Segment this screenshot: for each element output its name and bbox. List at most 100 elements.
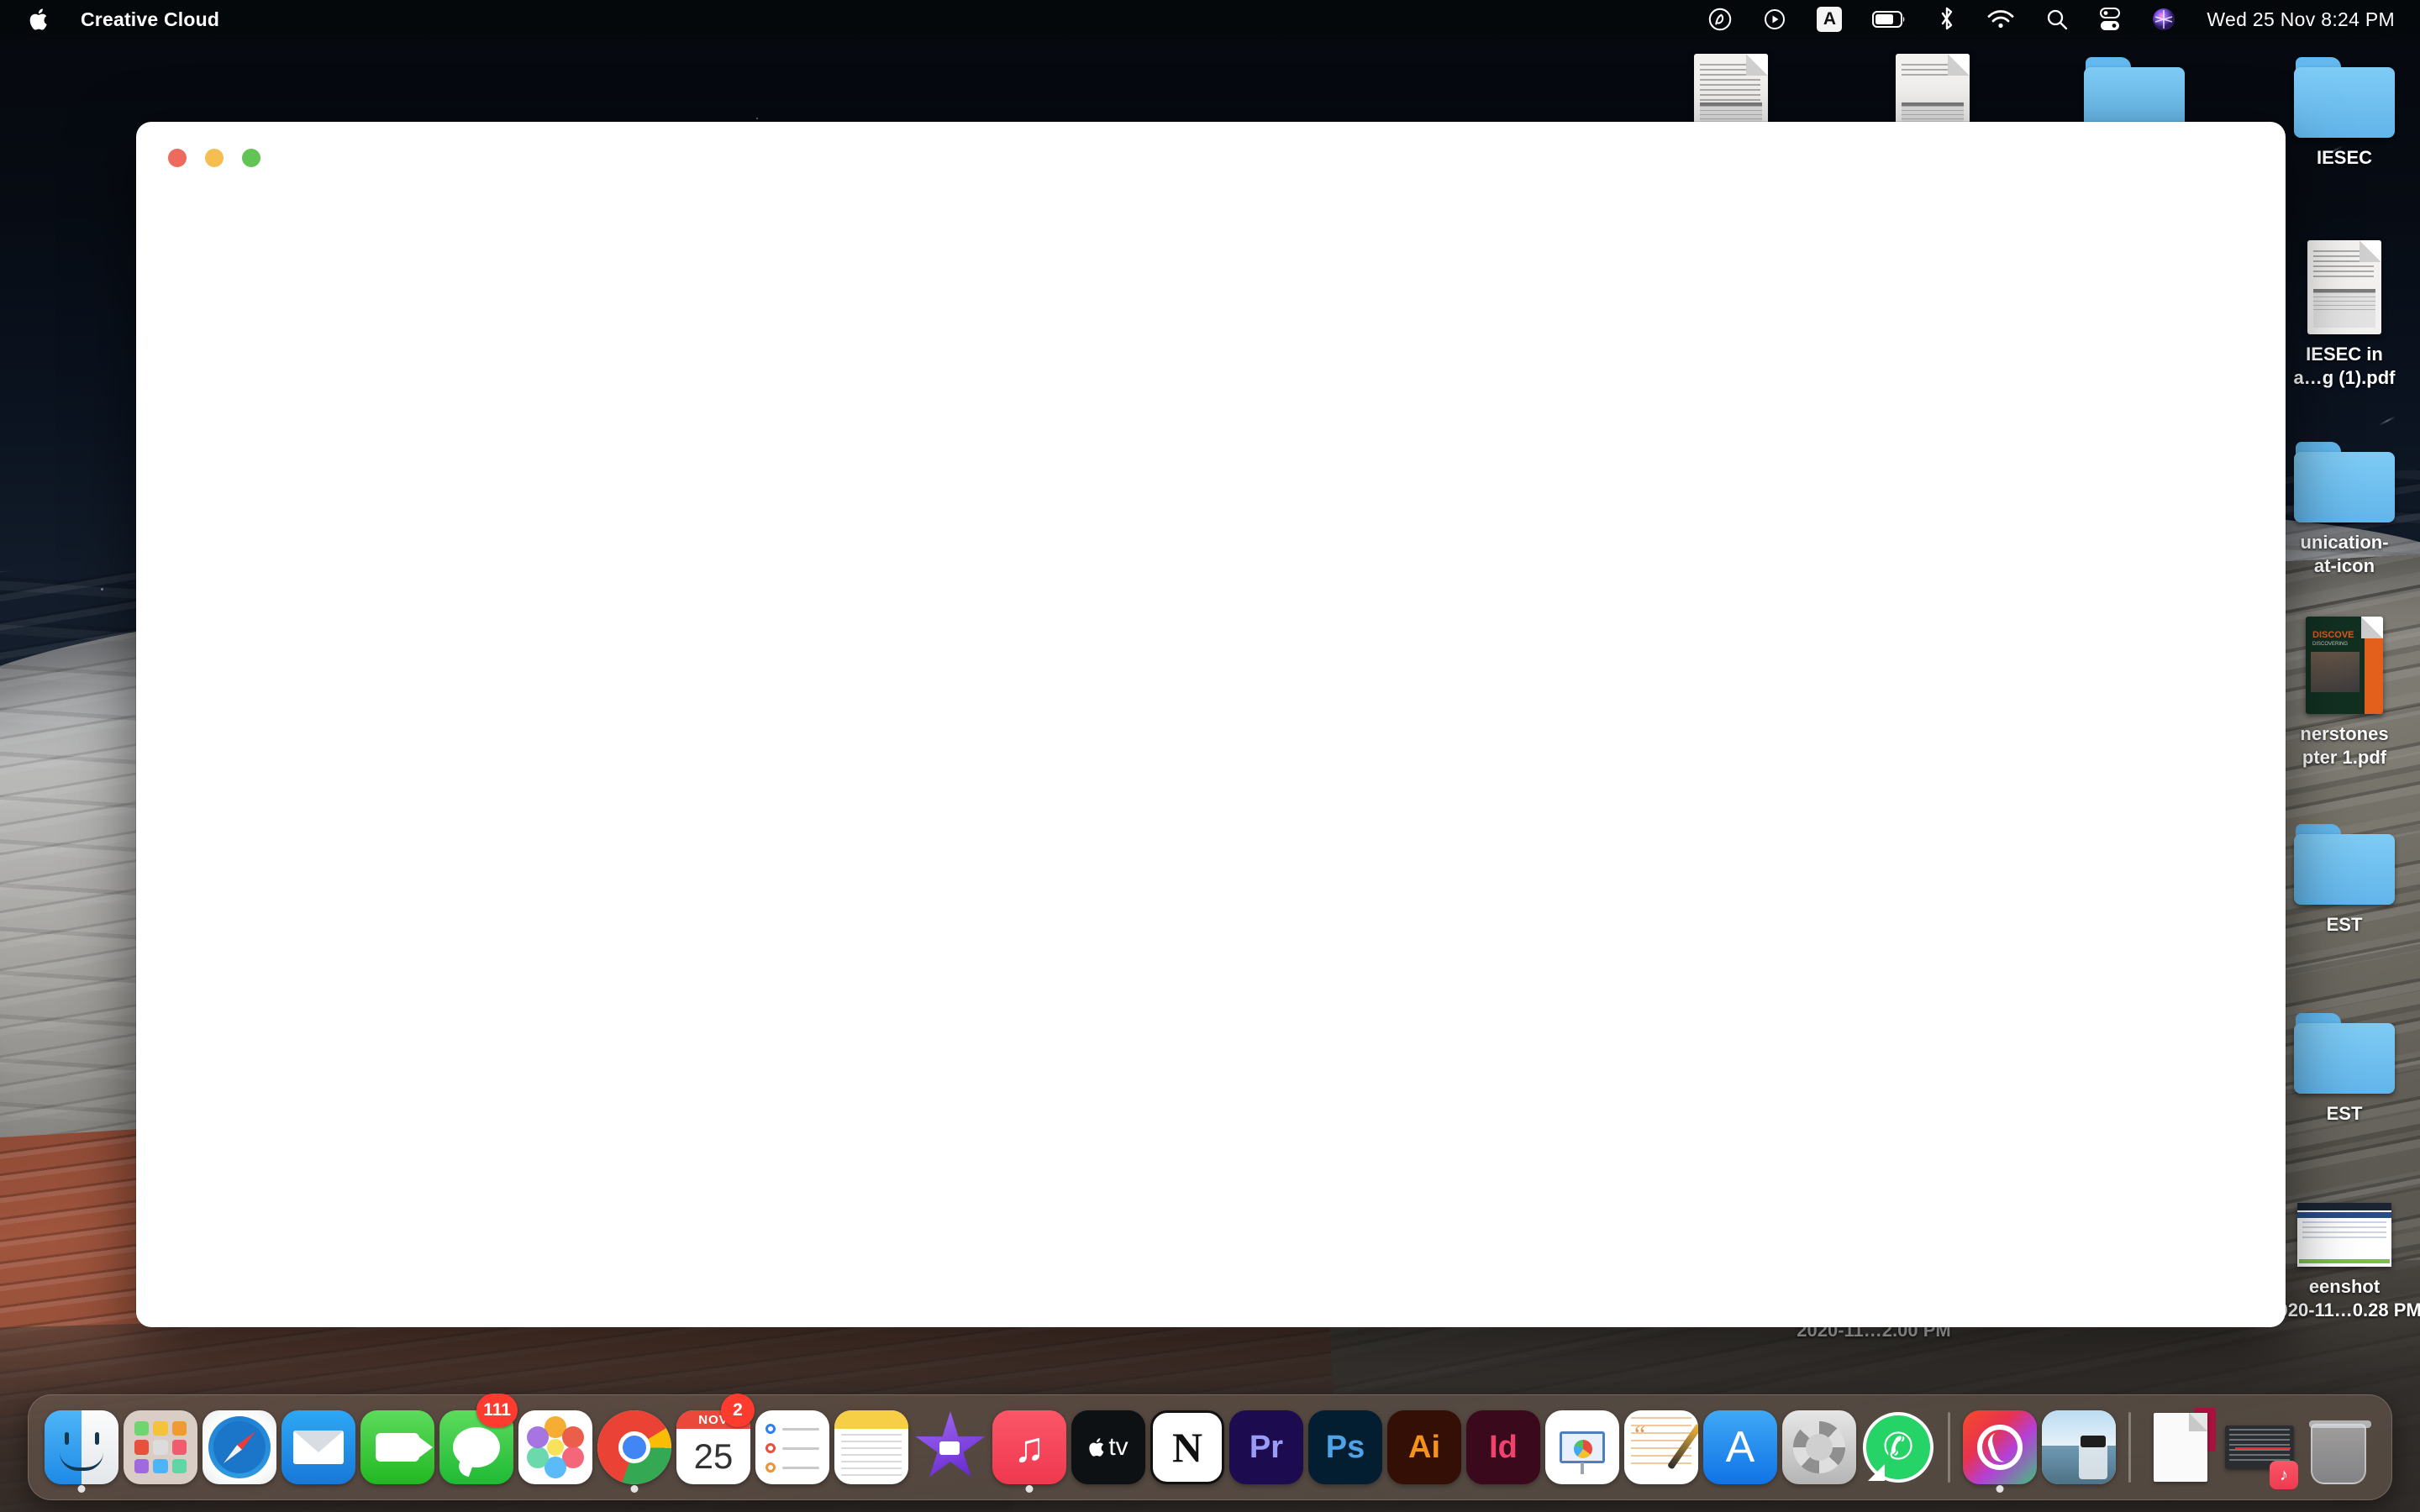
bluetooth-icon[interactable] [1923, 0, 1971, 39]
screenshot-label-line2: 2020-11…0.28 PM [2267, 1299, 2420, 1321]
dock-item-photos[interactable] [516, 1397, 595, 1498]
dock-item-finder[interactable] [42, 1397, 121, 1498]
minimize-button[interactable] [205, 149, 224, 167]
photoshop-label: Ps [1325, 1429, 1365, 1465]
dock-item-mail[interactable] [279, 1397, 358, 1498]
pdf-label-line1: nerstones [2300, 723, 2389, 744]
dock-item-facetime[interactable] [358, 1397, 437, 1498]
wifi-icon[interactable] [1971, 0, 2030, 39]
desktop-icon-label: IESEC in a…g (1).pdf [2294, 343, 2396, 390]
dock-item-chrome[interactable] [595, 1397, 674, 1498]
notion-icon: N [1150, 1410, 1224, 1484]
pdf-label-line2: pter 1.pdf [2302, 747, 2387, 769]
illustrator-icon: Ai [1387, 1410, 1461, 1484]
dock-item-document-file[interactable] [2141, 1397, 2220, 1498]
dock-item-appletv[interactable]: tv [1069, 1397, 1148, 1498]
battery-icon[interactable] [1857, 0, 1923, 39]
apple-tv-label: tv [1108, 1433, 1128, 1461]
close-button[interactable] [168, 149, 187, 167]
screenshot-thumbnail [2297, 1203, 2391, 1267]
folder-icon [2294, 824, 2395, 905]
dock-item-illustrator[interactable]: Ai [1385, 1397, 1464, 1498]
dock-separator-1 [1948, 1412, 1950, 1483]
illustrator-label: Ai [1408, 1429, 1440, 1465]
dock-separator-2 [2128, 1412, 2131, 1483]
trash-icon [2302, 1410, 2375, 1484]
dock-item-music[interactable]: ♫ [990, 1397, 1069, 1498]
dock-item-photoshop[interactable]: Ps [1306, 1397, 1385, 1498]
keyboard-input-icon[interactable]: A [1802, 0, 1857, 39]
dock-item-premiere[interactable]: Pr [1227, 1397, 1306, 1498]
dock-item-messages[interactable]: 111 [437, 1394, 518, 1498]
dock-item-creative-cloud[interactable] [1960, 1397, 2039, 1498]
dock-item-reminders[interactable] [753, 1397, 832, 1498]
dock-item-whatsapp[interactable]: ✆ [1859, 1397, 1938, 1498]
active-app-name[interactable]: Creative Cloud [81, 8, 219, 31]
dock-item-notes[interactable] [832, 1397, 911, 1498]
folder-label-line2: at-icon [2313, 555, 2375, 577]
indesign-icon: Id [1466, 1410, 1540, 1484]
document-file-icon [2144, 1408, 2217, 1484]
dock-item-launchpad[interactable] [121, 1397, 200, 1498]
keyboard-input-badge: A [1817, 7, 1843, 32]
dock-item-appstore[interactable]: A [1701, 1397, 1780, 1498]
messages-badge: 111 [476, 1394, 518, 1427]
desktop-screen: IESEC IESEC in a…g (1).pdf unication- at… [0, 0, 2420, 1512]
running-indicator [77, 1485, 86, 1493]
preview-icon [2042, 1410, 2116, 1484]
reminders-icon [755, 1410, 829, 1484]
desktop-icon-label: eenshot 2020-11…0.28 PM [2267, 1275, 2420, 1322]
pdf-label-line1: IESEC in [2306, 344, 2383, 365]
dock-item-indesign[interactable]: Id [1464, 1397, 1543, 1498]
app-store-icon: A [1703, 1410, 1777, 1484]
maximize-button[interactable] [242, 149, 260, 167]
folder-icon [2294, 57, 2395, 138]
calendar-badge: 2 [721, 1394, 755, 1427]
notes-icon [834, 1410, 908, 1484]
window-traffic-lights [168, 149, 260, 167]
system-preferences-gear-icon [1782, 1410, 1856, 1484]
menu-bar-clock[interactable]: Wed 25 Nov 8:24 PM [2191, 0, 2398, 39]
running-indicator [630, 1485, 639, 1493]
pdf-thumbnail [2307, 240, 2381, 334]
dock-item-notion[interactable]: N [1148, 1397, 1227, 1498]
music-icon: ♫ [992, 1410, 1066, 1484]
dock-item-system-preferences[interactable] [1780, 1397, 1859, 1498]
media-player-icon[interactable] [1748, 0, 1802, 39]
photoshop-icon: Ps [1308, 1410, 1382, 1484]
desktop-icon-label: EST [2326, 914, 2363, 935]
dock-item-calendar[interactable]: NOV 25 2 [674, 1394, 755, 1498]
premiere-label: Pr [1249, 1429, 1284, 1465]
blank-app-window[interactable] [136, 122, 2286, 1327]
finder-icon [45, 1410, 118, 1484]
creative-cloud-icon [1963, 1410, 2037, 1484]
screenshot-label-line1: eenshot [2308, 1276, 2381, 1297]
indesign-label: Id [1489, 1429, 1518, 1465]
folder-label-line1: unication- [2300, 532, 2389, 553]
dock-item-safari[interactable] [200, 1397, 279, 1498]
dock-item-pages[interactable]: “ [1622, 1397, 1701, 1498]
safari-icon [203, 1410, 276, 1484]
control-center-icon[interactable] [2084, 0, 2136, 39]
pages-icon: “ [1624, 1410, 1698, 1484]
dock-item-logic-file[interactable]: ♪ [2220, 1397, 2299, 1498]
chrome-icon [597, 1410, 671, 1484]
dock-item-trash[interactable] [2299, 1397, 2378, 1498]
dock-item-preview[interactable] [2039, 1397, 2118, 1498]
keynote-icon [1545, 1410, 1619, 1484]
premiere-pro-icon: Pr [1229, 1410, 1303, 1484]
app-store-label: A [1725, 1423, 1755, 1472]
menu-bar: Creative Cloud A Wed 25 Nov 8:24 PM [0, 0, 2420, 39]
dock-item-keynote[interactable] [1543, 1397, 1622, 1498]
spotlight-search-icon[interactable] [2030, 0, 2084, 39]
dock-item-imovie[interactable] [911, 1397, 990, 1498]
imovie-icon [913, 1410, 987, 1484]
whatsapp-icon: ✆ [1861, 1410, 1935, 1484]
photos-icon [518, 1410, 592, 1484]
running-indicator [1025, 1485, 1034, 1493]
desktop-icon-label: EST [2326, 1103, 2363, 1124]
apple-logo-icon[interactable] [25, 3, 54, 36]
siri-icon[interactable] [2136, 0, 2191, 39]
creative-cloud-icon[interactable] [1692, 0, 1748, 39]
audio-project-file-icon: ♪ [2223, 1410, 2298, 1489]
